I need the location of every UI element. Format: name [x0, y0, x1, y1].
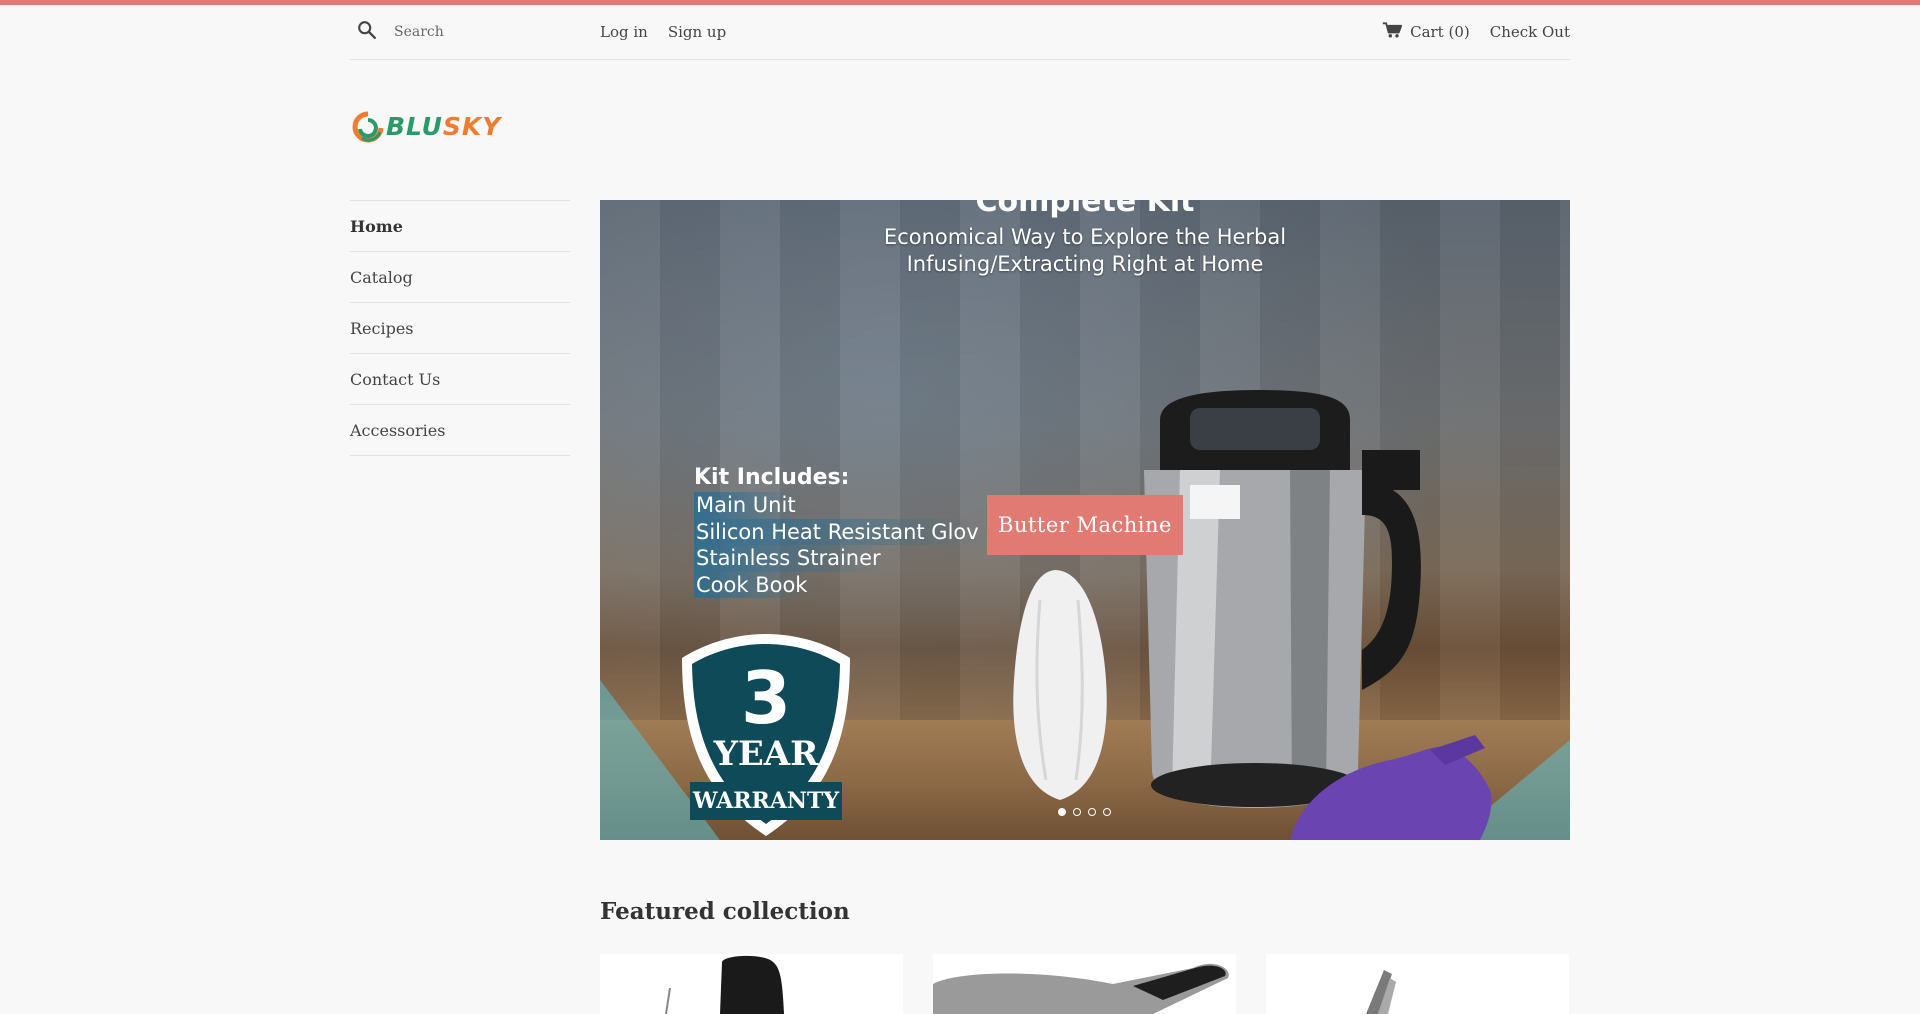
account-links: Log in Sign up: [600, 23, 726, 41]
product-image: [933, 963, 1229, 1014]
login-link[interactable]: Log in: [600, 23, 648, 41]
product-card[interactable]: [1266, 954, 1569, 1014]
featured-collection-title: Featured collection: [600, 898, 850, 925]
kit-title: Kit Includes:: [694, 465, 850, 490]
featured-products: [600, 954, 1570, 1014]
hero-slideshow[interactable]: Complete Kit Economical Way to Explore t…: [600, 200, 1570, 840]
logo-text: BLUSKY: [386, 112, 502, 141]
cart-label: Cart (0): [1410, 23, 1470, 41]
search-input[interactable]: [392, 23, 576, 41]
signup-link[interactable]: Sign up: [668, 23, 726, 41]
product-card[interactable]: [933, 954, 1236, 1014]
sidebar-item-home[interactable]: Home: [350, 200, 570, 251]
kit-item: Cook Book: [694, 571, 812, 598]
slide-dot-1[interactable]: [1058, 808, 1066, 816]
slide-dots: [1058, 808, 1111, 816]
product-image: [665, 955, 784, 1014]
product-image: [1366, 970, 1396, 1014]
slide-subheadline: Economical Way to Explore the Herbal Inf…: [600, 224, 1570, 278]
warranty-badge: 3 YEAR WARRANTY: [674, 630, 858, 840]
silicone-glove-image: [1290, 735, 1492, 840]
badge-warranty: WARRANTY: [690, 782, 842, 820]
subheadline-line-1: Economical Way to Explore the Herbal: [883, 225, 1287, 249]
slide-dot-4[interactable]: [1103, 808, 1111, 816]
cart-area: Cart (0) Check Out: [1382, 21, 1570, 43]
butter-machine-button[interactable]: Butter Machine: [987, 495, 1183, 555]
badge-year: YEAR: [713, 734, 819, 774]
badge-number: 3: [740, 656, 792, 740]
logo-swirl-icon: [352, 111, 384, 143]
sidebar-item-contact-us[interactable]: Contact Us: [350, 353, 570, 404]
sidebar-item-catalog[interactable]: Catalog: [350, 251, 570, 302]
cart-link[interactable]: Cart (0): [1382, 21, 1470, 43]
sidebar-item-accessories[interactable]: Accessories: [350, 404, 570, 456]
kit-item: Stainless Strainer: [694, 545, 885, 572]
checkout-link[interactable]: Check Out: [1490, 23, 1570, 41]
product-card[interactable]: [600, 954, 903, 1014]
kit-item: Silicon Heat Resistant Glov: [694, 518, 983, 545]
slide-headline: Complete Kit: [975, 200, 1195, 219]
sidebar-nav: Home Catalog Recipes Contact Us Accessor…: [350, 200, 570, 456]
cart-icon: [1382, 21, 1403, 43]
subheadline-line-2: Infusing/Extracting Right at Home: [906, 252, 1264, 276]
site-logo[interactable]: BLUSKY: [350, 108, 505, 148]
search-icon[interactable]: [350, 19, 378, 45]
kit-item: Main Unit: [694, 492, 800, 519]
sidebar-item-recipes[interactable]: Recipes: [350, 302, 570, 353]
slide-dot-2[interactable]: [1073, 808, 1081, 816]
slide-dot-3[interactable]: [1088, 808, 1096, 816]
site-header: Log in Sign up Cart (0) Check Out: [350, 5, 1570, 60]
search-form: [350, 19, 600, 45]
kit-includes-list: Kit Includes: Main Unit Silicon Heat Res…: [694, 465, 983, 598]
